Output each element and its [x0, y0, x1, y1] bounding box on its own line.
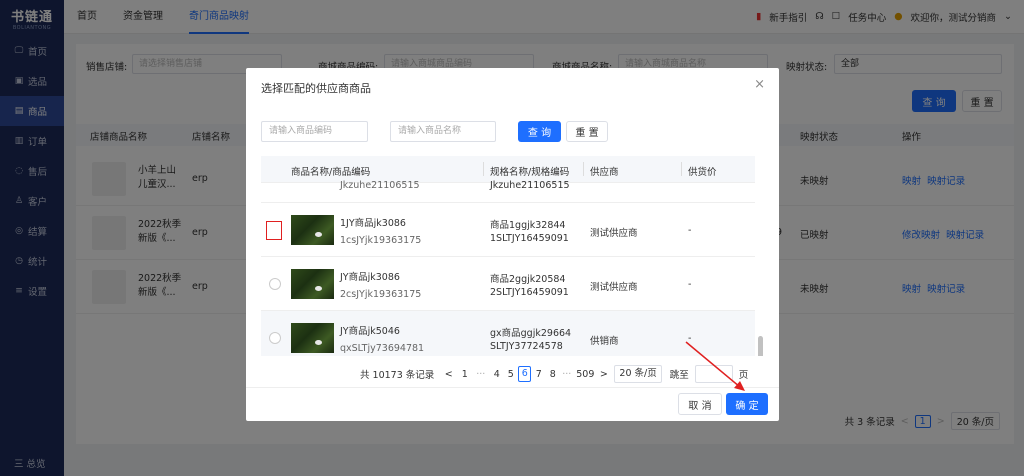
annotation-arrow	[685, 341, 745, 391]
